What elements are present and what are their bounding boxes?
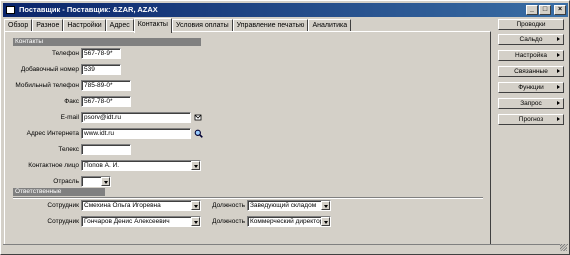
setup-button[interactable]: Настройка <box>498 50 564 61</box>
related-button-label: Связанные <box>514 68 548 75</box>
submenu-arrow-icon <box>557 117 560 121</box>
position-label-2: Должность <box>212 218 245 225</box>
status-bar <box>3 244 568 252</box>
employee-field-2[interactable]: Гончаров Денис Алексеевич <box>81 216 201 227</box>
position-field-1[interactable]: Заведующий складом <box>247 200 331 211</box>
close-button[interactable]: × <box>554 5 566 15</box>
position-value-1: Заведующий складом <box>250 202 317 209</box>
telex-field[interactable] <box>81 144 131 155</box>
employee-label-1: Сотрудник <box>47 202 79 209</box>
employee-field-1[interactable]: Смехина Ольга Игоревна <box>81 200 201 211</box>
telex-label: Телекс <box>58 146 79 153</box>
resize-grip-icon[interactable] <box>560 244 567 251</box>
phone-field[interactable]: 567-78-9* <box>81 48 121 59</box>
tab-strip: Обзор Разное Настройки Адрес Контакты Ус… <box>4 18 352 33</box>
functions-button-label: Функции <box>518 84 544 91</box>
contact-person-field[interactable]: Попов А. И. <box>81 160 201 171</box>
balance-button[interactable]: Сальдо <box>498 34 564 45</box>
window-controls: _ □ × <box>526 5 566 15</box>
forecast-button[interactable]: Прогноз <box>498 114 564 125</box>
postings-button-label: Проводки <box>516 21 546 28</box>
inquiry-button[interactable]: Запрос <box>498 98 564 109</box>
employee-dropdown-icon-1[interactable] <box>191 201 200 210</box>
related-button[interactable]: Связанные <box>498 66 564 77</box>
position-label-1: Должность <box>212 202 245 209</box>
forecast-button-label: Прогноз <box>518 116 544 123</box>
employee-value-2: Гончаров Денис Алексеевич <box>84 218 170 225</box>
contact-person-dropdown-icon[interactable] <box>191 161 200 170</box>
web-field[interactable]: www.idt.ru <box>81 128 191 139</box>
supplier-window: Поставщик - Поставщик: &ZAR, AZAX _ □ × … <box>0 0 570 255</box>
email-label: E-mail <box>60 114 79 121</box>
responsible-group-title: Ответственные <box>13 188 105 196</box>
industry-label: Отрасль <box>53 178 79 185</box>
submenu-arrow-icon <box>557 85 560 89</box>
submenu-arrow-icon <box>557 37 560 41</box>
web-label: Адрес Интернета <box>26 130 79 137</box>
industry-dropdown-icon[interactable] <box>101 177 110 186</box>
minimize-button[interactable]: _ <box>526 5 538 15</box>
submenu-arrow-icon <box>557 101 560 105</box>
employee-label-2: Сотрудник <box>47 218 79 225</box>
maximize-button[interactable]: □ <box>539 5 551 15</box>
responsible-group-divider <box>13 197 483 199</box>
fax-label: Факс <box>64 98 79 105</box>
postings-button[interactable]: Проводки <box>498 19 564 30</box>
app-icon <box>6 6 15 14</box>
submenu-arrow-icon <box>557 69 560 73</box>
fax-field[interactable]: 567-78-0* <box>81 96 131 107</box>
contact-person-value: Попов А. И. <box>84 162 120 169</box>
position-dropdown-icon-2[interactable] <box>321 217 330 226</box>
tab-contacts[interactable]: Контакты <box>133 18 172 33</box>
phone-label: Телефон <box>52 50 79 57</box>
setup-button-label: Настройка <box>515 52 547 59</box>
contact-person-label: Контактное лицо <box>28 162 79 169</box>
position-value-2: Коммерческий директор <box>250 218 324 225</box>
title-bar[interactable]: Поставщик - Поставщик: &ZAR, AZAX _ □ × <box>3 3 568 17</box>
contacts-panel: Контакты Телефон 567-78-9* Добавочный но… <box>4 31 491 245</box>
mobile-field[interactable]: 785-89-0* <box>81 80 131 91</box>
employee-dropdown-icon-2[interactable] <box>191 217 200 226</box>
send-mail-icon[interactable] <box>194 113 203 122</box>
ext-label: Добавочный номер <box>20 66 79 73</box>
contacts-group-title: Контакты <box>13 38 201 46</box>
mobile-label: Мобильный телефон <box>15 82 79 89</box>
position-field-2[interactable]: Коммерческий директор <box>247 216 331 227</box>
employee-value-1: Смехина Ольга Игоревна <box>84 202 161 209</box>
position-dropdown-icon-1[interactable] <box>321 201 330 210</box>
inquiry-button-label: Запрос <box>520 100 542 107</box>
industry-field[interactable] <box>81 176 111 187</box>
window-title: Поставщик - Поставщик: &ZAR, AZAX <box>19 5 158 14</box>
submenu-arrow-icon <box>557 53 560 57</box>
ext-field[interactable]: 539 <box>81 64 121 75</box>
functions-button[interactable]: Функции <box>498 82 564 93</box>
balance-button-label: Сальдо <box>519 36 543 43</box>
email-field[interactable]: psorv@idt.ru <box>81 112 191 123</box>
magnifier-icon[interactable] <box>194 129 203 138</box>
